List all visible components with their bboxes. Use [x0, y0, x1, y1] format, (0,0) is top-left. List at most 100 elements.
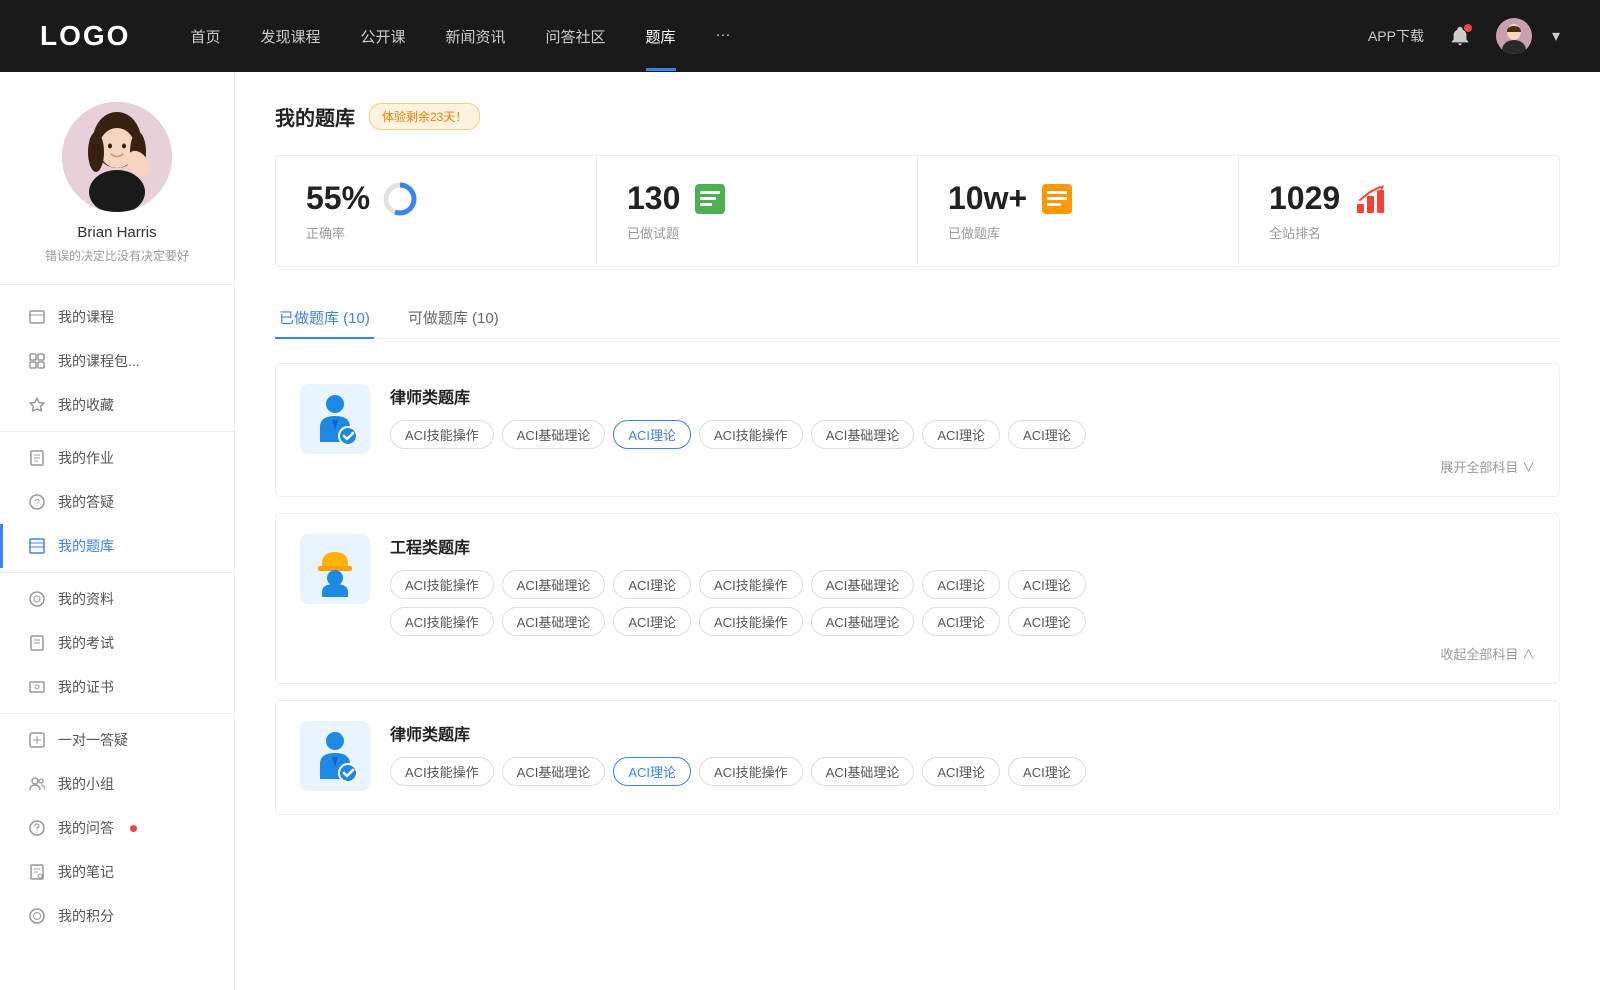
sidebar-item-homework[interactable]: 我的作业 [0, 436, 234, 480]
user-dropdown-arrow[interactable]: ▾ [1552, 26, 1560, 46]
tag-lawyer-1-2[interactable]: ACI理论 [613, 420, 691, 449]
expand-lawyer-1[interactable]: 展开全部科目 ∨ [390, 457, 1535, 476]
category-card-engineer: 工程类题库 ACI技能操作 ACI基础理论 ACI理论 ACI技能操作 ACI基… [275, 513, 1560, 684]
sidebar-menu: 我的课程 我的课程包... 我的收藏 我的作业 [0, 285, 234, 948]
list-orange-icon [1039, 181, 1075, 217]
sidebar-label-favorites: 我的收藏 [58, 395, 114, 415]
chart-red-icon [1352, 181, 1388, 217]
sidebar-item-course-packages[interactable]: 我的课程包... [0, 339, 234, 383]
nav-more[interactable]: ··· [716, 26, 731, 47]
main-layout: Brian Harris 错误的决定比没有决定要好 我的课程 我的课程包... [0, 72, 1600, 990]
tag-lawyer-2-0[interactable]: ACI技能操作 [390, 757, 494, 786]
sidebar-item-exam[interactable]: 我的考试 [0, 621, 234, 665]
tag-eng-5[interactable]: ACI理论 [922, 570, 1000, 599]
tab-done[interactable]: 已做题库 (10) [275, 297, 374, 338]
menu-divider-3 [0, 713, 234, 714]
stats-row: 55% 正确率 130 [275, 155, 1560, 267]
nav-qa[interactable]: 问答社区 [546, 26, 606, 47]
sidebar-item-qa[interactable]: ? 我的答疑 [0, 480, 234, 524]
stat-label-rank: 全站排名 [1269, 223, 1529, 242]
sidebar-label-homework: 我的作业 [58, 448, 114, 468]
tag-eng-4[interactable]: ACI基础理论 [811, 570, 915, 599]
qa-icon: ? [28, 493, 46, 511]
tag-eng-r2-6[interactable]: ACI理论 [1008, 607, 1086, 636]
tag-lawyer-2-1[interactable]: ACI基础理论 [502, 757, 606, 786]
tag-lawyer-1-3[interactable]: ACI技能操作 [699, 420, 803, 449]
list-green-icon [692, 181, 728, 217]
sidebar-item-favorites[interactable]: 我的收藏 [0, 383, 234, 427]
tag-lawyer-2-3[interactable]: ACI技能操作 [699, 757, 803, 786]
sidebar-item-one-on-one[interactable]: 一对一答疑 [0, 718, 234, 762]
category-title-engineer: 工程类题库 [390, 534, 1535, 558]
sidebar-item-notes[interactable]: 我的笔记 [0, 850, 234, 894]
tag-eng-r2-1[interactable]: ACI基础理论 [502, 607, 606, 636]
nav-questionbank[interactable]: 题库 [646, 26, 676, 47]
one-on-one-icon [28, 731, 46, 749]
user-avatar-nav[interactable] [1496, 18, 1532, 54]
app-download-link[interactable]: APP下载 [1368, 26, 1424, 46]
nav-home[interactable]: 首页 [190, 26, 220, 47]
tag-lawyer-2-2[interactable]: ACI理论 [613, 757, 691, 786]
data-icon [28, 590, 46, 608]
sidebar-label-points: 我的积分 [58, 906, 114, 926]
tag-lawyer-2-5[interactable]: ACI理论 [922, 757, 1000, 786]
stat-card-accuracy: 55% 正确率 [276, 156, 597, 266]
profile-name: Brian Harris [20, 224, 214, 241]
nav-discover[interactable]: 发现课程 [260, 26, 320, 47]
tag-eng-1[interactable]: ACI基础理论 [502, 570, 606, 599]
tag-eng-r2-4[interactable]: ACI基础理论 [811, 607, 915, 636]
sidebar-item-certificate[interactable]: 我的证书 [0, 665, 234, 709]
page-title-row: 我的题库 体验剩余23天！ [275, 102, 1560, 131]
nav-opencourse[interactable]: 公开课 [360, 26, 405, 47]
tag-lawyer-1-6[interactable]: ACI理论 [1008, 420, 1086, 449]
tag-lawyer-1-5[interactable]: ACI理论 [922, 420, 1000, 449]
tag-eng-0[interactable]: ACI技能操作 [390, 570, 494, 599]
tags-row-engineer-2: ACI技能操作 ACI基础理论 ACI理论 ACI技能操作 ACI基础理论 AC… [390, 607, 1535, 636]
category-card-lawyer-1: 律师类题库 ACI技能操作 ACI基础理论 ACI理论 ACI技能操作 ACI基… [275, 363, 1560, 497]
tab-available[interactable]: 可做题库 (10) [404, 297, 503, 338]
profile-motto: 错误的决定比没有决定要好 [20, 247, 214, 264]
page-title: 我的题库 [275, 102, 355, 131]
main-content: 我的题库 体验剩余23天！ 55% 正确率 [235, 72, 1600, 990]
my-qa-icon [28, 819, 46, 837]
tag-lawyer-2-6[interactable]: ACI理论 [1008, 757, 1086, 786]
category-title-lawyer-1: 律师类题库 [390, 384, 1535, 408]
profile-section: Brian Harris 错误的决定比没有决定要好 [0, 72, 234, 285]
notification-bell[interactable] [1444, 20, 1476, 52]
nav-news[interactable]: 新闻资讯 [446, 26, 506, 47]
donut-chart-icon [382, 181, 418, 217]
tag-eng-6[interactable]: ACI理论 [1008, 570, 1086, 599]
logo[interactable]: LOGO [40, 20, 130, 52]
sidebar-item-questionbank[interactable]: 我的题库 [0, 524, 234, 568]
tag-lawyer-1-0[interactable]: ACI技能操作 [390, 420, 494, 449]
stat-value-accuracy: 55% [306, 180, 370, 217]
navbar-right: APP下载 ▾ [1368, 18, 1560, 54]
notification-dot [1464, 24, 1472, 32]
expand-engineer[interactable]: 收起全部科目 ∧ [390, 644, 1535, 663]
tag-eng-2[interactable]: ACI理论 [613, 570, 691, 599]
tag-eng-3[interactable]: ACI技能操作 [699, 570, 803, 599]
tag-eng-r2-2[interactable]: ACI理论 [613, 607, 691, 636]
star-icon [28, 396, 46, 414]
sidebar-item-my-courses[interactable]: 我的课程 [0, 295, 234, 339]
sidebar-item-my-qa[interactable]: 我的问答 [0, 806, 234, 850]
tag-lawyer-1-4[interactable]: ACI基础理论 [811, 420, 915, 449]
sidebar-label-questionbank: 我的题库 [58, 536, 114, 556]
sidebar-label-data: 我的资料 [58, 589, 114, 609]
tag-eng-r2-5[interactable]: ACI理论 [922, 607, 1000, 636]
tag-eng-r2-3[interactable]: ACI技能操作 [699, 607, 803, 636]
stat-top-done-questions: 130 [627, 180, 887, 217]
tag-lawyer-1-1[interactable]: ACI基础理论 [502, 420, 606, 449]
tag-eng-r2-0[interactable]: ACI技能操作 [390, 607, 494, 636]
sidebar-label-exam: 我的考试 [58, 633, 114, 653]
sidebar-item-my-data[interactable]: 我的资料 [0, 577, 234, 621]
stat-value-done-banks: 10w+ [948, 180, 1027, 217]
sidebar-label-notes: 我的笔记 [58, 862, 114, 882]
sidebar-item-groups[interactable]: 我的小组 [0, 762, 234, 806]
stat-label-done-questions: 已做试题 [627, 223, 887, 242]
profile-avatar [62, 102, 172, 212]
sidebar-item-points[interactable]: 我的积分 [0, 894, 234, 938]
tag-lawyer-2-4[interactable]: ACI基础理论 [811, 757, 915, 786]
category-title-lawyer-2: 律师类题库 [390, 721, 1535, 745]
sidebar-label-my-qa: 我的问答 [58, 818, 114, 838]
